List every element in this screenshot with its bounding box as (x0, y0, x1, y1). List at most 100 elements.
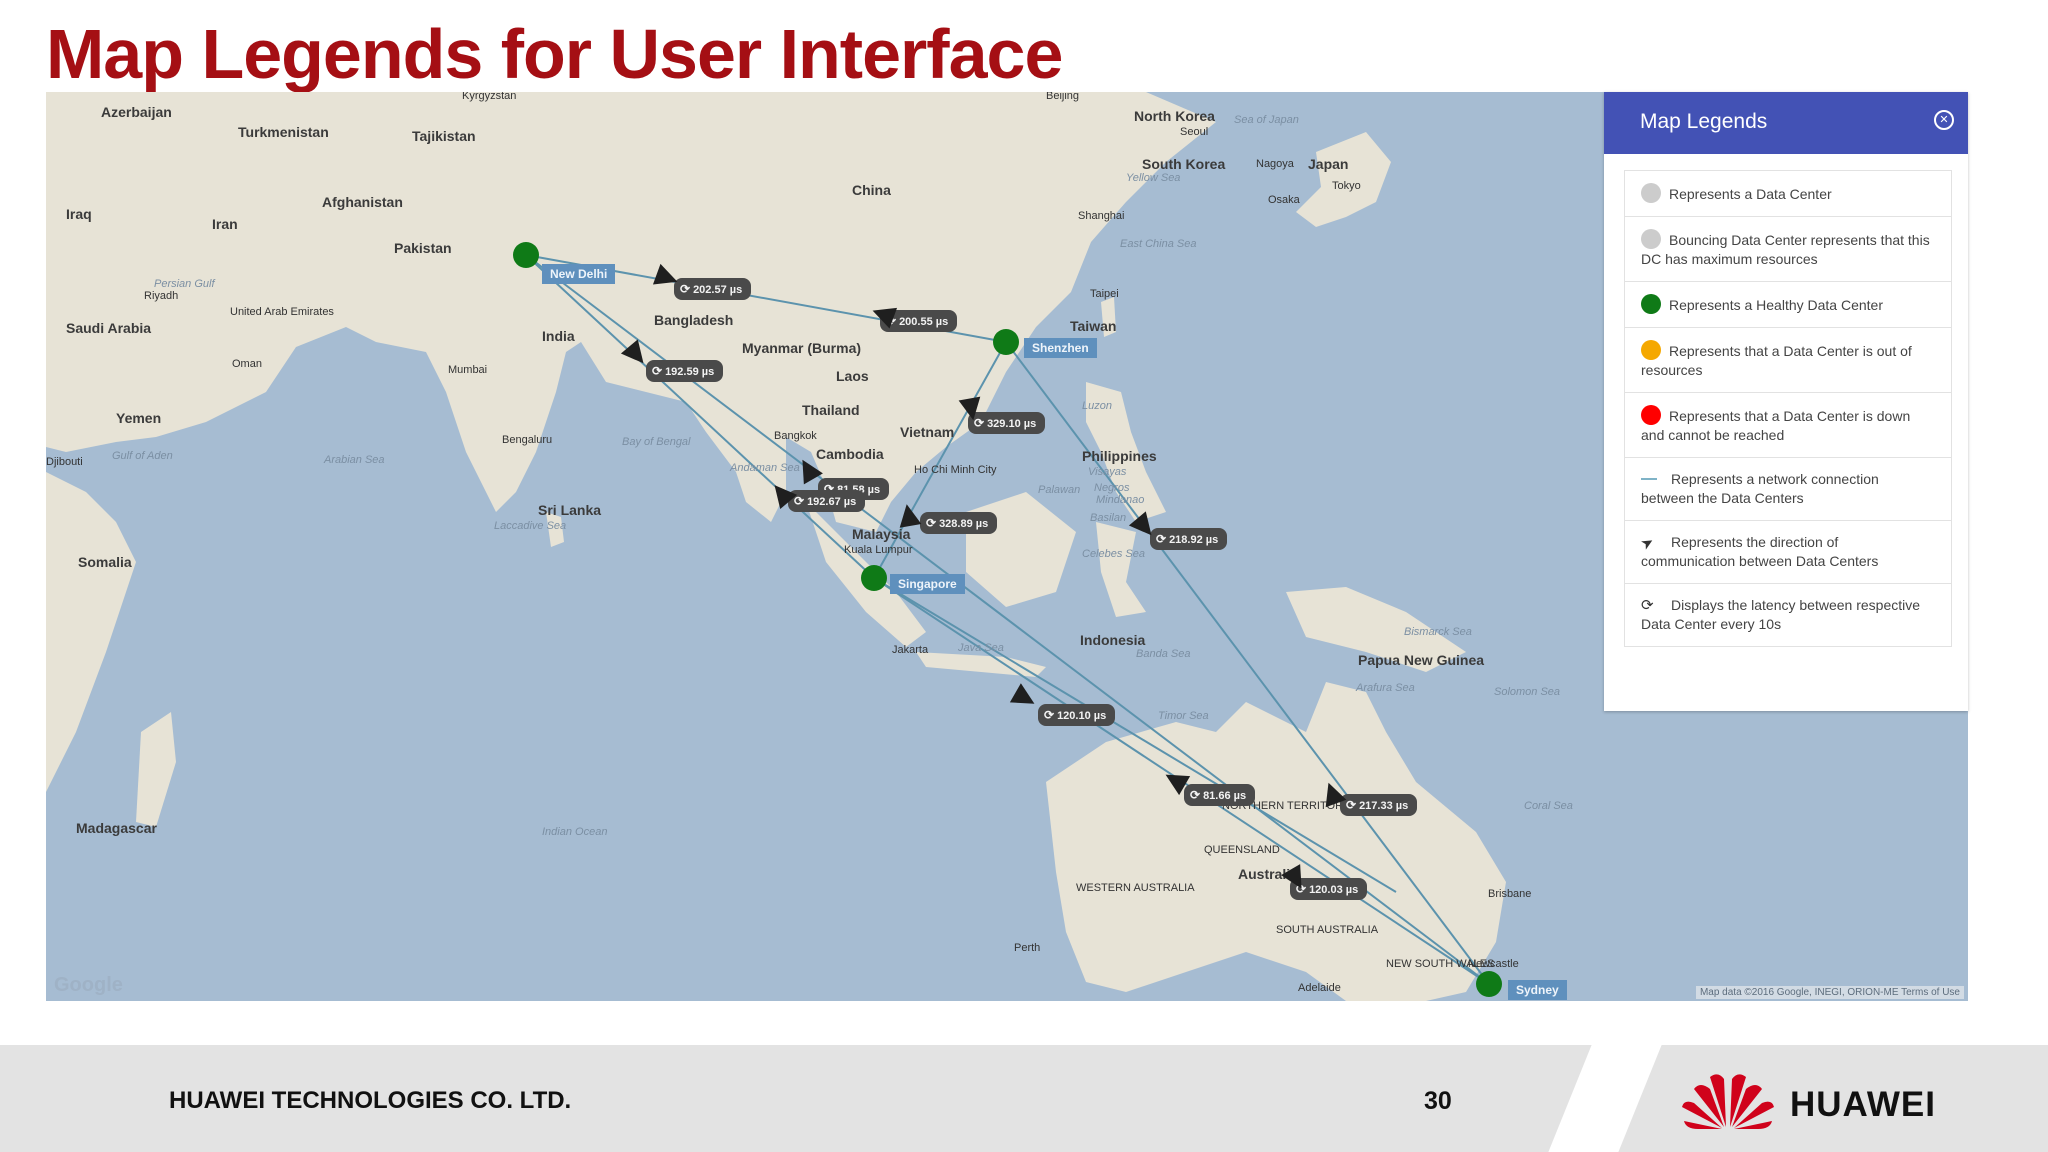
map-place-label: Bangladesh (654, 312, 734, 328)
refresh-icon: ⟳ (1346, 798, 1357, 812)
latency-value: 81.66 µs (1203, 790, 1247, 802)
legend-item-text: Represents the direction of communicatio… (1641, 534, 1879, 569)
refresh-icon: ⟳ (1156, 532, 1167, 546)
data-center-marker[interactable] (861, 565, 887, 591)
map-place-label: WESTERN AUSTRALIA (1076, 882, 1195, 894)
data-center-marker[interactable] (993, 329, 1019, 355)
map-place-label: Taipei (1090, 288, 1119, 300)
brand-name: HUAWEI (1790, 1085, 1936, 1124)
map-place-label: Philippines (1082, 448, 1157, 464)
map-place-label: Oman (232, 358, 262, 370)
map-place-label: Riyadh (144, 290, 179, 302)
map-place-label: Beijing (1046, 92, 1080, 102)
map-place-label: QUEENSLAND (1204, 844, 1280, 856)
latency-badge: ⟳ 328.89 µs (920, 512, 998, 534)
legend-swatch-circle-icon (1641, 229, 1661, 249)
data-center-label: Shenzhen (1024, 338, 1097, 358)
map-place-label: SOUTH AUSTRALIA (1276, 924, 1379, 936)
legend-item: Represents a Data Center (1625, 171, 1951, 217)
map-place-label: Laos (836, 368, 869, 384)
map-place-label: Iran (212, 216, 238, 232)
close-circle-icon[interactable]: ✕ (1934, 110, 1954, 130)
map-place-label: Ho Chi Minh City (914, 464, 997, 476)
legend-item-text: Represents a network connection between … (1641, 471, 1879, 506)
latency-value: 217.33 µs (1359, 800, 1409, 812)
data-center-marker[interactable] (513, 242, 539, 268)
legend-item-text: Bouncing Data Center represents that thi… (1641, 232, 1930, 267)
map-place-label: Persian Gulf (154, 278, 215, 290)
map-place-label: Andaman Sea (730, 462, 800, 474)
slide-title: Map Legends for User Interface (46, 15, 1063, 93)
map-place-label: Bismarck Sea (1404, 626, 1472, 638)
map-place-label: Indonesia (1080, 632, 1146, 648)
latency-badge: ⟳ 120.10 µs (1038, 704, 1116, 726)
legend-header: Map Legends ✕ (1604, 92, 1968, 154)
map-place-label: Afghanistan (322, 194, 403, 210)
refresh-icon: ⟳ (1190, 788, 1201, 802)
map-place-label: Madagascar (76, 820, 157, 836)
legend-item-text: Represents a Healthy Data Center (1669, 297, 1883, 313)
latency-badge: ⟳ 202.57 µs (674, 278, 752, 300)
map-place-label: Brisbane (1488, 888, 1532, 900)
map-place-label: Mindanao (1096, 494, 1145, 506)
map-place-label: Sea of Japan (1234, 114, 1299, 126)
data-center-marker[interactable] (1476, 971, 1502, 997)
map-place-label: Pakistan (394, 240, 452, 256)
refresh-icon: ⟳ (1044, 708, 1055, 722)
map-place-label: Tokyo (1332, 180, 1361, 192)
map-place-label: Kuala Lumpur (844, 544, 913, 556)
latency-value: 192.67 µs (807, 496, 857, 508)
latency-badge: ⟳ 192.59 µs (646, 360, 724, 382)
map-place-label: Java Sea (958, 642, 1004, 654)
slide-footer: HUAWEI TECHNOLOGIES CO. LTD. 30 HUAWEI (0, 1045, 2048, 1152)
map-place-label: Laccadive Sea (494, 520, 567, 532)
map-place-label: Palawan (1038, 484, 1081, 496)
map-place-label: Arafura Sea (1356, 682, 1415, 694)
data-center-label: New Delhi (542, 264, 616, 284)
company-name: HUAWEI TECHNOLOGIES CO. LTD. (169, 1087, 572, 1114)
legend-swatch-circle-icon (1641, 405, 1661, 425)
map-place-label: China (852, 182, 891, 198)
map-place-label: Visayas (1088, 466, 1127, 478)
latency-value: 120.10 µs (1057, 710, 1107, 722)
map-place-label: India (542, 328, 575, 344)
map-place-label: Sri Lanka (538, 502, 602, 518)
land-africa (46, 472, 136, 792)
latency-value: 329.10 µs (987, 418, 1037, 430)
map-place-label: Negros (1094, 482, 1130, 494)
map-place-label: Coral Sea (1524, 800, 1573, 812)
map-place-label: Nagoya (1256, 158, 1294, 170)
map-place-label: Japan (1308, 156, 1349, 172)
map-place-label: Indian Ocean (542, 826, 608, 838)
map-place-label: Adelaide (1298, 982, 1341, 994)
refresh-icon: ⟳ (1641, 597, 1654, 614)
data-center-label: Sydney (1508, 980, 1567, 1000)
map-place-label: Gulf of Aden (112, 450, 173, 462)
map-place-label: Newcastle (1468, 958, 1519, 970)
refresh-icon: ⟳ (680, 282, 691, 296)
legend-title: Map Legends (1640, 110, 1768, 133)
map-place-label: Mumbai (448, 364, 488, 376)
legend-item: Bouncing Data Center represents that thi… (1625, 217, 1951, 282)
map-place-label: Timor Sea (1158, 710, 1209, 722)
map-place-label: Bay of Bengal (622, 436, 691, 448)
huawei-flower-logo-icon (1682, 1074, 1774, 1129)
legend-item: Represents a Healthy Data Center (1625, 282, 1951, 328)
land-australia (1046, 682, 1506, 1001)
legend-item-text: Represents that a Data Center is down an… (1641, 408, 1911, 443)
refresh-icon: ⟳ (926, 516, 937, 530)
direction-arrow-icon (895, 502, 922, 528)
navigation-arrow-icon: ➤ (1637, 532, 1658, 554)
map-place-label: Somalia (78, 554, 132, 570)
map-credit[interactable]: Map data ©2016 Google, INEGI, ORION-ME T… (1695, 986, 1964, 999)
map-place-label: Seoul (1180, 126, 1209, 138)
latency-value: 200.55 µs (899, 316, 949, 328)
latency-badge: ⟳ 218.92 µs (1150, 528, 1228, 550)
direction-arrow-icon (958, 396, 985, 423)
map-place-label: Bangkok (774, 430, 817, 442)
legend-item: Represents that a Data Center is out of … (1625, 328, 1951, 393)
map-place-label: Cambodia (816, 446, 884, 462)
map-place-label: Azerbaijan (101, 104, 172, 120)
latency-value: 120.03 µs (1309, 884, 1359, 896)
map-place-label: Saudi Arabia (66, 320, 152, 336)
